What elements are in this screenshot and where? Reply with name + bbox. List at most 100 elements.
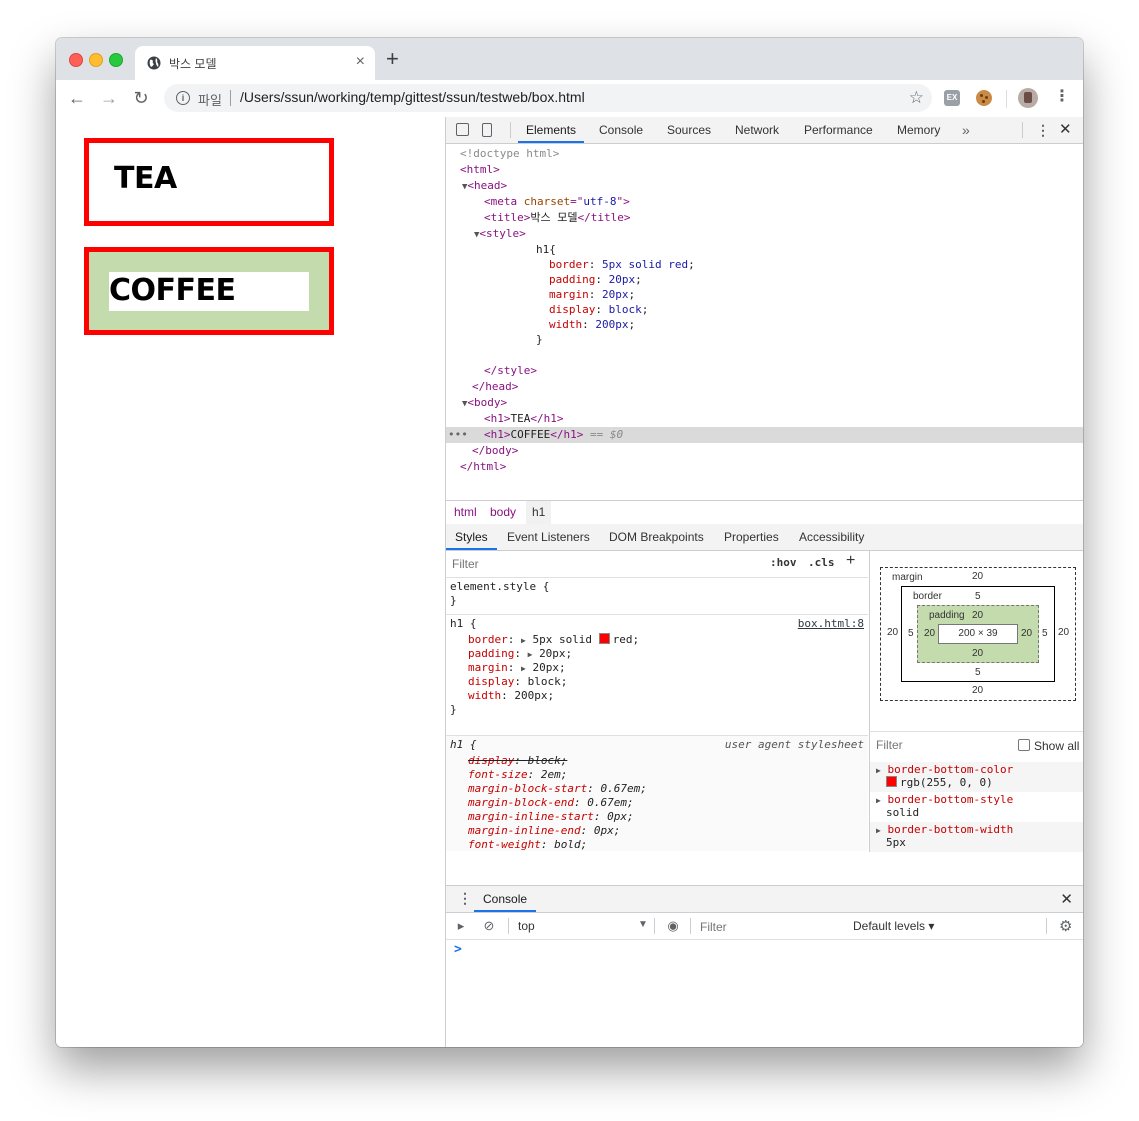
tree-line-head[interactable]: ▼<head> bbox=[446, 178, 1083, 194]
drawer-menu-icon[interactable]: ⋮ bbox=[458, 890, 472, 907]
extension-ex-icon[interactable]: EX bbox=[944, 90, 960, 106]
expand-triangle-icon[interactable]: ▶ bbox=[876, 796, 881, 805]
expand-triangle-icon[interactable]: ▶ bbox=[876, 766, 881, 775]
border-right-value[interactable]: 5 bbox=[1042, 628, 1048, 639]
expand-triangle-icon[interactable]: ▼ bbox=[446, 182, 467, 192]
profile-avatar[interactable] bbox=[1018, 88, 1038, 108]
show-all-checkbox[interactable]: Show all bbox=[1018, 739, 1079, 753]
browser-tab[interactable]: 박스 모델 × bbox=[135, 46, 375, 80]
box-model-margin[interactable]: margin 20 20 20 20 border 5 5 5 5 paddin… bbox=[880, 567, 1076, 701]
url-text[interactable]: /Users/ssun/working/temp/gittest/ssun/te… bbox=[240, 89, 585, 105]
chevron-down-icon[interactable]: ▼ bbox=[638, 919, 648, 930]
devtools-close-icon[interactable]: ✕ bbox=[1059, 117, 1072, 143]
color-swatch-icon[interactable] bbox=[598, 633, 610, 644]
tab-properties[interactable]: Properties bbox=[724, 524, 779, 550]
rule-declaration-overridden[interactable]: display: block; bbox=[468, 754, 567, 768]
cookie-extension-icon[interactable] bbox=[976, 90, 992, 106]
expand-triangle-icon[interactable]: ▶ bbox=[876, 826, 881, 835]
rule-selector[interactable]: h1 { bbox=[450, 617, 477, 631]
padding-right-value[interactable]: 20 bbox=[1021, 628, 1032, 639]
new-tab-button[interactable]: + bbox=[386, 48, 399, 70]
padding-left-value[interactable]: 20 bbox=[924, 628, 935, 639]
tree-line-style[interactable]: ▼<style> bbox=[446, 226, 1083, 242]
tree-line-html[interactable]: <html> bbox=[446, 162, 1083, 178]
border-top-value[interactable]: 5 bbox=[975, 591, 981, 602]
tree-line-h1-tea[interactable]: <h1>TEA</h1> bbox=[446, 411, 1083, 427]
rule-declaration[interactable]: font-weight: bold; bbox=[468, 838, 587, 851]
rule-declaration[interactable]: padding: ▶ 20px; bbox=[468, 647, 572, 661]
rule-declaration[interactable]: border: ▶ 5px solid red; bbox=[468, 633, 639, 647]
margin-top-value[interactable]: 20 bbox=[972, 571, 983, 582]
close-tab-icon[interactable]: × bbox=[356, 53, 365, 71]
tab-accessibility[interactable]: Accessibility bbox=[799, 524, 864, 550]
breadcrumb-body[interactable]: body bbox=[490, 505, 516, 519]
box-model-content[interactable]: 200 × 39 bbox=[938, 624, 1018, 644]
tree-line-meta[interactable]: <meta charset="utf-8"> bbox=[446, 194, 1083, 210]
eye-icon[interactable]: ◉ bbox=[666, 919, 680, 933]
margin-bottom-value[interactable]: 20 bbox=[972, 685, 983, 696]
element-style-selector[interactable]: element.style { bbox=[450, 580, 549, 594]
rule-source-link[interactable]: box.html:8 bbox=[798, 617, 864, 630]
tree-line-html-close[interactable]: </html> bbox=[446, 459, 1083, 475]
sidebar-toggle-icon[interactable]: ▸ bbox=[454, 919, 468, 933]
rule-declaration[interactable]: margin: ▶ 20px; bbox=[468, 661, 566, 675]
rule-declaration[interactable]: margin-block-end: 0.67em; bbox=[468, 796, 634, 810]
more-actions-icon[interactable]: ••• bbox=[448, 427, 468, 443]
tab-performance[interactable]: Performance bbox=[804, 117, 873, 143]
computed-filter-input[interactable]: Filter bbox=[876, 738, 903, 752]
tab-network[interactable]: Network bbox=[735, 117, 779, 143]
tab-memory[interactable]: Memory bbox=[897, 117, 940, 143]
box-model-padding[interactable]: padding 20 20 20 20 200 × 39 bbox=[917, 605, 1039, 663]
clear-console-icon[interactable]: ⊘ bbox=[482, 919, 496, 933]
log-levels-dropdown[interactable]: Default levels ▾ bbox=[853, 919, 934, 933]
tree-line-title[interactable]: <title>박스 모델</title> bbox=[446, 210, 1083, 226]
drawer-close-icon[interactable]: ✕ bbox=[1060, 890, 1073, 908]
tab-event-listeners[interactable]: Event Listeners bbox=[507, 524, 590, 550]
tab-styles[interactable]: Styles bbox=[446, 524, 497, 550]
padding-top-value[interactable]: 20 bbox=[972, 610, 983, 621]
tab-sources[interactable]: Sources bbox=[667, 117, 711, 143]
window-minimize-button[interactable] bbox=[89, 53, 103, 67]
tree-line-head-close[interactable]: </head> bbox=[446, 379, 1083, 395]
breadcrumb-html[interactable]: html bbox=[454, 505, 477, 519]
rule-declaration[interactable]: margin-block-start: 0.67em; bbox=[468, 782, 647, 796]
drawer-tab-console[interactable]: Console bbox=[474, 886, 537, 912]
tree-line-doctype[interactable]: <!doctype html> bbox=[446, 146, 1083, 162]
bookmark-star-icon[interactable]: ☆ bbox=[909, 88, 924, 108]
border-left-value[interactable]: 5 bbox=[908, 628, 914, 639]
address-bar[interactable]: i 파일 /Users/ssun/working/temp/gittest/ss… bbox=[164, 84, 932, 112]
box-model-border[interactable]: border 5 5 5 5 padding 20 20 20 20 200 ×… bbox=[901, 586, 1055, 682]
device-toolbar-icon[interactable] bbox=[482, 123, 492, 137]
computed-property[interactable]: ▶ border-bottom-color bbox=[876, 763, 1013, 776]
window-close-button[interactable] bbox=[69, 53, 83, 67]
tree-line-style-close[interactable]: </style> bbox=[446, 363, 1083, 379]
expand-triangle-icon[interactable]: ▼ bbox=[446, 399, 467, 409]
console-filter-input[interactable] bbox=[698, 917, 848, 937]
styles-filter-input[interactable] bbox=[450, 554, 762, 574]
computed-property[interactable]: ▶ border-bottom-width bbox=[876, 823, 1013, 836]
hover-state-toggle[interactable]: :hov bbox=[770, 556, 797, 569]
tab-elements[interactable]: Elements bbox=[518, 117, 585, 143]
window-maximize-button[interactable] bbox=[109, 53, 123, 67]
margin-right-value[interactable]: 20 bbox=[1058, 627, 1069, 638]
context-selector[interactable]: top bbox=[518, 919, 535, 933]
more-tabs-icon[interactable]: » bbox=[962, 117, 970, 143]
devtools-menu-icon[interactable]: ⋮ bbox=[1036, 117, 1050, 143]
rule-declaration[interactable]: margin-inline-start: 0px; bbox=[468, 810, 634, 824]
tree-line-body-close[interactable]: </body> bbox=[446, 443, 1083, 459]
tree-line-body[interactable]: ▼<body> bbox=[446, 395, 1083, 411]
tab-dom-breakpoints[interactable]: DOM Breakpoints bbox=[609, 524, 704, 550]
color-swatch-icon[interactable] bbox=[886, 776, 897, 787]
info-icon[interactable]: i bbox=[176, 91, 190, 105]
tree-line-h1-coffee-selected[interactable]: ••• <h1>COFFEE</h1> == $0 bbox=[446, 427, 1083, 443]
gear-icon[interactable]: ⚙ bbox=[1059, 917, 1072, 935]
expand-triangle-icon[interactable]: ▼ bbox=[446, 230, 479, 240]
new-rule-button[interactable]: + bbox=[846, 552, 855, 570]
rule-declaration[interactable]: width: 200px; bbox=[468, 689, 554, 703]
console-prompt[interactable]: > bbox=[454, 942, 462, 957]
reload-icon[interactable]: ↻ bbox=[130, 87, 152, 109]
inspect-element-icon[interactable] bbox=[456, 123, 469, 136]
padding-bottom-value[interactable]: 20 bbox=[972, 648, 983, 659]
margin-left-value[interactable]: 20 bbox=[887, 627, 898, 638]
checkbox-icon[interactable] bbox=[1018, 739, 1030, 751]
